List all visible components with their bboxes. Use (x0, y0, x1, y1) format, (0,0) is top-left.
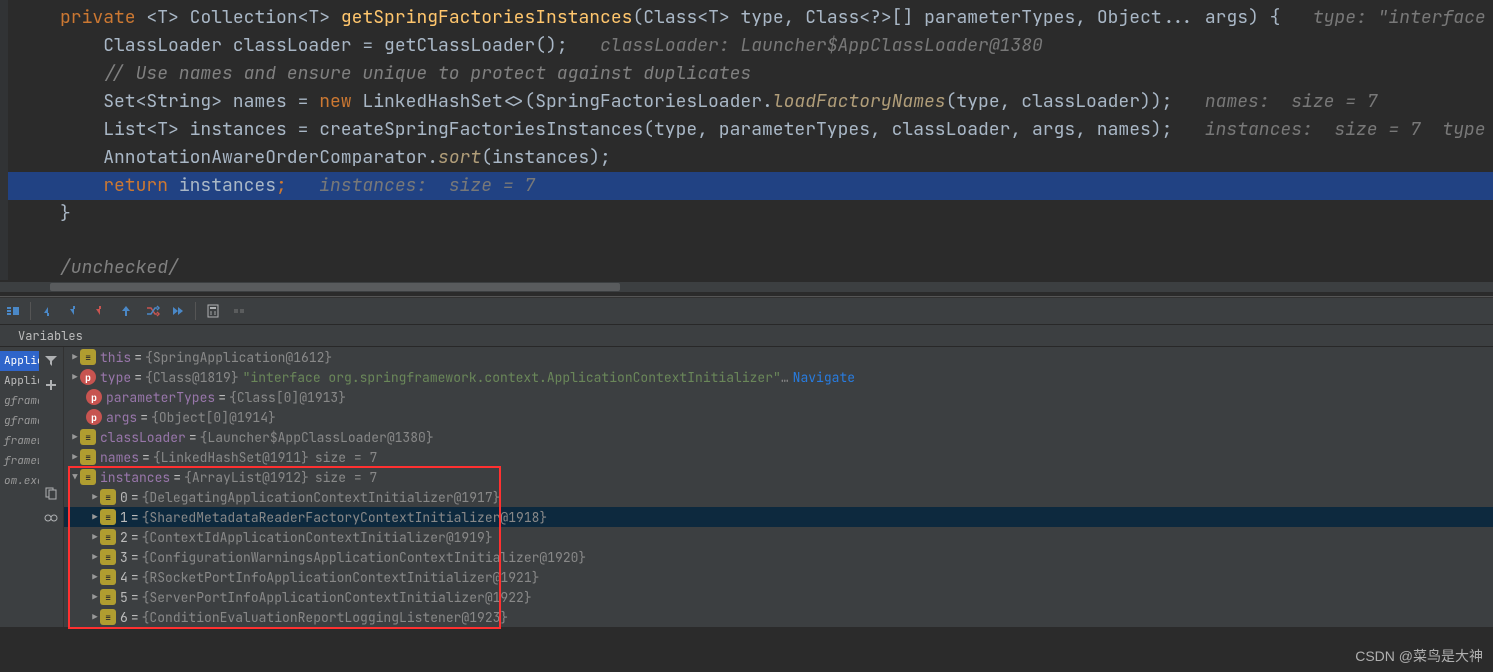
frame-item[interactable]: Applic (0, 351, 39, 371)
var-this[interactable]: ▶ ≡ this={SpringApplication@1612} (64, 347, 1493, 367)
expand-icon[interactable]: ▶ (70, 351, 80, 363)
object-icon: ≡ (80, 469, 96, 485)
var-item[interactable]: ▶ ≡ 3={ConfigurationWarningsApplicationC… (64, 547, 1493, 567)
copy-icon[interactable] (41, 483, 61, 503)
frame-item[interactable]: framew (0, 431, 39, 451)
object-icon: ≡ (100, 529, 116, 545)
expand-icon[interactable]: ▶ (90, 531, 100, 543)
expand-icon[interactable]: ▶ (90, 491, 100, 503)
collapse-icon[interactable]: ▼ (70, 471, 80, 483)
var-parameterTypes[interactable]: p parameterTypes={Class[0]@1913} (64, 387, 1493, 407)
var-instances[interactable]: ▼ ≡ instances={ArrayList@1912}size = 7 (64, 467, 1493, 487)
object-icon: ≡ (80, 429, 96, 445)
object-icon: ≡ (100, 549, 116, 565)
navigate-link[interactable]: Navigate (793, 369, 855, 386)
var-item-selected[interactable]: ▶ ≡ 1={SharedMetadataReaderFactoryContex… (64, 507, 1493, 527)
code-line: List<T> instances = createSpringFactorie… (0, 116, 1493, 144)
frames-pane: Applic Applic gframe gframe framew frame… (0, 347, 64, 627)
gutter (0, 0, 8, 280)
step-down-blue-icon[interactable] (61, 298, 87, 324)
expand-icon[interactable]: ▶ (70, 451, 80, 463)
var-item[interactable]: ▶ ≡ 6={ConditionEvaluationReportLoggingL… (64, 607, 1493, 627)
param-icon: p (86, 389, 102, 405)
glasses-icon[interactable] (41, 507, 61, 527)
frame-item[interactable]: Applic (0, 371, 39, 391)
code-editor[interactable]: private <T> Collection<T> getSpringFacto… (0, 0, 1493, 292)
scrollbar-thumb[interactable] (50, 283, 620, 291)
object-icon: ≡ (100, 569, 116, 585)
code-line: Set<String> names = new LinkedHashSet<>(… (0, 88, 1493, 116)
var-item[interactable]: ▶ ≡ 2={ContextIdApplicationContextInitia… (64, 527, 1493, 547)
object-icon: ≡ (100, 609, 116, 625)
var-names[interactable]: ▶ ≡ names={LinkedHashSet@1911}size = 7 (64, 447, 1493, 467)
var-type[interactable]: ▶ p type={Class@1819} "interface org.spr… (64, 367, 1493, 387)
watermark: CSDN @菜鸟是大神 (1355, 646, 1483, 666)
param-icon: p (86, 409, 102, 425)
expand-icon[interactable]: ▶ (70, 371, 80, 383)
var-item[interactable]: ▶ ≡ 0={DelegatingApplicationContextIniti… (64, 487, 1493, 507)
skip-icon[interactable] (165, 298, 191, 324)
debug-panel: Applic Applic gframe gframe framew frame… (0, 347, 1493, 627)
debug-toolbar (0, 297, 1493, 325)
object-icon: ≡ (80, 449, 96, 465)
variables-tab[interactable]: Variables (0, 325, 1493, 347)
expand-icon[interactable]: ▶ (90, 571, 100, 583)
var-classLoader[interactable]: ▶ ≡ classLoader={Launcher$AppClassLoader… (64, 427, 1493, 447)
object-icon: ≡ (100, 589, 116, 605)
object-icon: ≡ (80, 349, 96, 365)
expand-icon[interactable]: ▶ (90, 551, 100, 563)
var-item[interactable]: ▶ ≡ 4={RSocketPortInfoApplicationContext… (64, 567, 1493, 587)
step-down-red-icon[interactable] (87, 298, 113, 324)
expand-icon[interactable]: ▶ (90, 591, 100, 603)
code-line: // Use names and ensure unique to protec… (0, 60, 1493, 88)
shuffle-icon[interactable] (139, 298, 165, 324)
var-item[interactable]: ▶ ≡ 5={ServerPortInfoApplicationContextI… (64, 587, 1493, 607)
expand-icon[interactable]: ▶ (70, 431, 80, 443)
code-line-current: return instances; instances: size = 7 (0, 172, 1493, 200)
object-icon: ≡ (100, 509, 116, 525)
frames-list[interactable]: Applic Applic gframe gframe framew frame… (0, 347, 39, 527)
frame-item[interactable]: om.exa (0, 471, 39, 491)
frame-item[interactable]: gframe (0, 391, 39, 411)
step-up2-icon[interactable] (113, 298, 139, 324)
restart-layout-icon[interactable] (0, 298, 26, 324)
step-up-icon[interactable] (35, 298, 61, 324)
code-line: ClassLoader classLoader = getClassLoader… (0, 32, 1493, 60)
code-line (0, 228, 1493, 254)
expand-icon[interactable]: ▶ (90, 611, 100, 623)
code-line: /unchecked/ (0, 254, 1493, 282)
variables-tree[interactable]: ▶ ≡ this={SpringApplication@1612} ▶ p ty… (64, 347, 1493, 627)
code-line: private <T> Collection<T> getSpringFacto… (0, 4, 1493, 32)
frame-item[interactable]: gframe (0, 411, 39, 431)
var-args[interactable]: p args={Object[0]@1914} (64, 407, 1493, 427)
calculator-icon[interactable] (200, 298, 226, 324)
disabled-icon (226, 298, 252, 324)
add-icon[interactable] (41, 375, 61, 395)
code-line: } (0, 200, 1493, 228)
editor-scrollbar[interactable] (0, 282, 1493, 292)
frame-item[interactable]: framew (0, 451, 39, 471)
expand-icon[interactable]: ▶ (90, 511, 100, 523)
filter-icon[interactable] (41, 351, 61, 371)
object-icon: ≡ (100, 489, 116, 505)
param-icon: p (80, 369, 96, 385)
code-line: AnnotationAwareOrderComparator.sort(inst… (0, 144, 1493, 172)
